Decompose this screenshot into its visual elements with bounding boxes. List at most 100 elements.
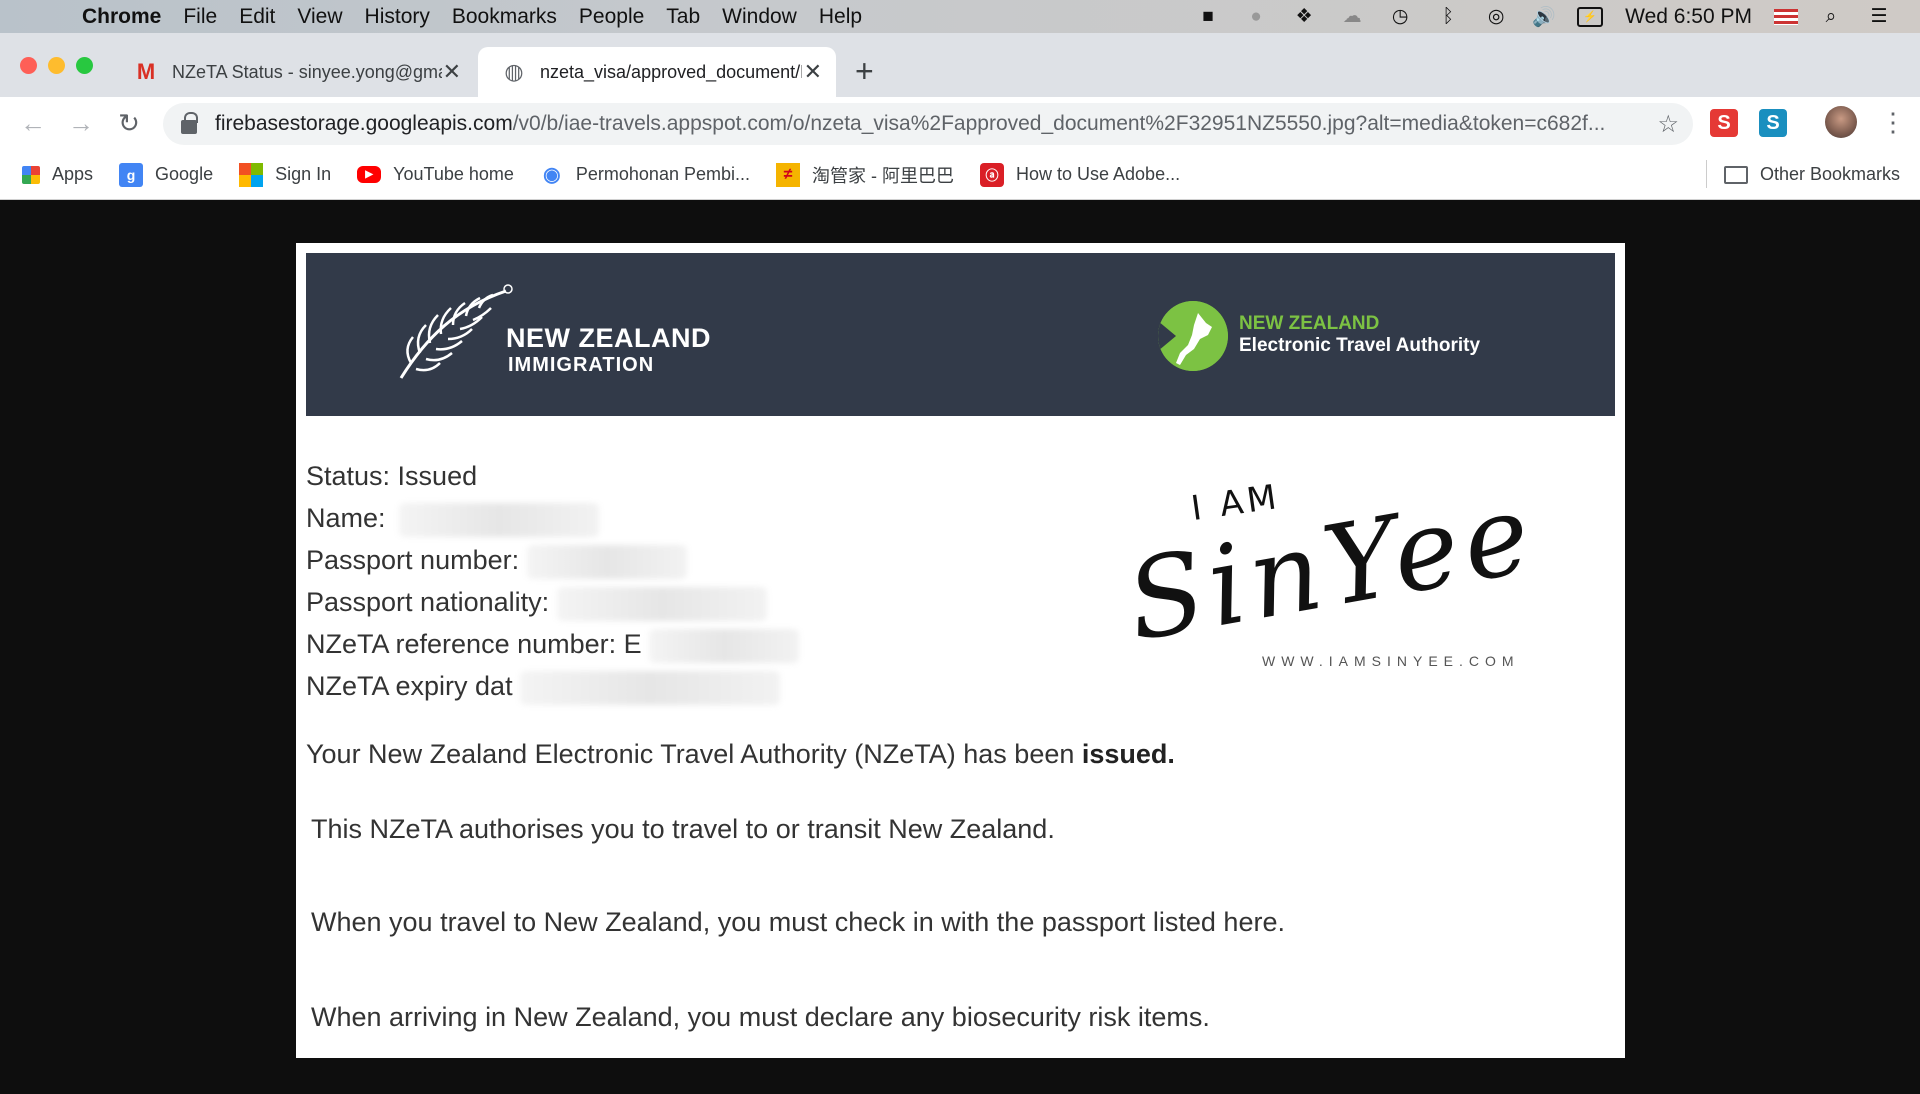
extension-s-red-icon[interactable]: S [1710, 109, 1738, 137]
new-tab-button[interactable]: + [855, 53, 874, 90]
redacted-name [399, 503, 600, 537]
address-bar[interactable]: firebasestorage.googleapis.com/v0/b/iae-… [163, 103, 1693, 145]
bookmark-sign-in[interactable]: Sign In [239, 162, 332, 187]
bookmarks-bar: Apps g Google Sign In ▶ YouTube home ◉ P… [0, 150, 1920, 200]
paragraph-check-in: When you travel to New Zealand, you must… [311, 907, 1285, 937]
url-text[interactable]: firebasestorage.googleapis.com/v0/b/iae-… [215, 112, 1605, 136]
browser-toolbar: ← → ↻ firebasestorage.googleapis.com/v0/… [0, 97, 1920, 150]
field-passport-nationality: Passport nationality: [306, 587, 767, 621]
notification-center-icon[interactable]: ☰ [1864, 6, 1894, 28]
spotlight-search-icon[interactable]: ⌕ [1816, 6, 1846, 28]
menu-people[interactable]: People [579, 5, 644, 29]
bookmark-label: How to Use Adobe... [1015, 164, 1181, 184]
lock-icon[interactable] [181, 111, 198, 134]
extension-s-blue-icon[interactable]: S [1759, 109, 1787, 137]
minimize-window-button[interactable] [48, 57, 65, 74]
bookmark-youtube[interactable]: ▶ YouTube home [357, 164, 514, 185]
other-bookmarks[interactable]: Other Bookmarks [1723, 164, 1900, 185]
bookmark-google[interactable]: g Google [119, 162, 214, 187]
more-menu-icon[interactable]: ⋮ [1880, 107, 1906, 138]
bookmark-taobao[interactable]: ≠ 淘管家 - 阿里巴巴 [775, 162, 954, 188]
microsoft-icon [239, 162, 264, 187]
silver-fern-icon [399, 284, 513, 379]
bookmark-label: YouTube home [393, 164, 514, 184]
menu-app-name[interactable]: Chrome [82, 5, 161, 29]
us-flag-icon[interactable] [1774, 8, 1798, 25]
redacted-reference [649, 629, 800, 663]
approved-document-image: NEW ZEALAND IMMIGRATION NEW ZEALAND Elec… [296, 243, 1625, 1058]
iamsinyee-watermark: I AM SinYee WWW.IAMSINYEE.COM [1116, 468, 1596, 683]
issued-message-text: Your New Zealand Electronic Travel Autho… [306, 739, 1082, 769]
close-tab-icon[interactable]: ✕ [804, 59, 822, 85]
field-name: Name: [306, 503, 600, 537]
field-reference-label: NZeTA reference number: E [306, 629, 642, 660]
tab-gmail[interactable]: M NZeTA Status - sinyee.yong@gmail.com ✕ [110, 47, 475, 97]
bookmark-apps[interactable]: Apps [22, 164, 93, 185]
dropbox-icon[interactable]: ❖ [1289, 6, 1319, 28]
youtube-icon: ▶ [357, 166, 382, 183]
watermark-script: SinYee [1118, 468, 1545, 666]
redacted-nationality [556, 587, 767, 621]
field-passport-number-label: Passport number: [306, 545, 520, 576]
url-domain: firebasestorage.googleapis.com [215, 112, 513, 135]
cloud-icon[interactable]: ☁ [1337, 6, 1367, 28]
time-machine-icon[interactable]: ◷ [1385, 6, 1415, 28]
zoom-window-button[interactable] [76, 57, 93, 74]
google-icon: g [119, 162, 144, 187]
nzi-line1: NEW ZEALAND [506, 323, 711, 353]
status-circle-icon[interactable]: ● [1241, 6, 1271, 28]
bookmark-adobe[interactable]: ⓐ How to Use Adobe... [979, 162, 1181, 187]
menu-clock[interactable]: Wed 6:50 PM [1625, 5, 1752, 29]
menu-history[interactable]: History [365, 5, 430, 29]
menu-view[interactable]: View [297, 5, 342, 29]
redacted-passport-number [526, 545, 687, 579]
circle-dot-icon: ◉ [543, 164, 561, 186]
other-bookmarks-label: Other Bookmarks [1759, 164, 1900, 184]
menu-edit[interactable]: Edit [239, 5, 275, 29]
field-passport-number: Passport number: [306, 545, 687, 579]
field-status: Status: Issued [306, 461, 478, 491]
nz-immigration-logo: NEW ZEALAND IMMIGRATION [506, 323, 711, 377]
taobao-icon: ≠ [775, 162, 800, 187]
menu-file[interactable]: File [183, 5, 217, 29]
paragraph-biosecurity: When arriving in New Zealand, you must d… [311, 1002, 1210, 1032]
issued-message: Your New Zealand Electronic Travel Autho… [306, 739, 1175, 770]
battery-icon[interactable]: ⚡ [1577, 6, 1604, 27]
zoom-icon[interactable]: ■ [1193, 6, 1223, 28]
url-path: /v0/b/iae-travels.appspot.com/o/nzeta_vi… [512, 112, 1606, 135]
bookmark-label: Sign In [275, 164, 332, 184]
eta-line1: NEW ZEALAND [1239, 313, 1380, 334]
close-window-button[interactable] [20, 57, 37, 74]
back-icon[interactable]: ← [14, 108, 52, 139]
forward-icon[interactable]: → [62, 108, 100, 139]
bookmark-permohonan[interactable]: ◉ Permohonan Pembi... [540, 163, 750, 187]
bookmark-label: 淘管家 - 阿里巴巴 [811, 165, 954, 186]
issued-message-bold: issued. [1081, 739, 1175, 769]
nzeta-logo-text: NEW ZEALAND Electronic Travel Authority [1239, 313, 1480, 357]
nzi-line2: IMMIGRATION [508, 354, 655, 376]
paragraph-authorises: This NZeTA authorises you to travel to o… [311, 814, 1055, 844]
wifi-icon[interactable]: ◎ [1481, 6, 1511, 28]
reload-icon[interactable]: ↻ [110, 108, 148, 139]
bookmark-separator [1706, 160, 1707, 188]
bluetooth-icon[interactable]: ᛒ [1433, 6, 1463, 28]
profile-avatar[interactable] [1825, 106, 1857, 138]
menu-help[interactable]: Help [819, 5, 862, 29]
bookmark-star-icon[interactable]: ☆ [1657, 110, 1679, 139]
document-banner: NEW ZEALAND IMMIGRATION NEW ZEALAND Elec… [306, 253, 1615, 416]
field-name-label: Name: [306, 503, 386, 534]
tab-active-document[interactable]: ◍ nzeta_visa/approved_document/F32951NZ5… [478, 47, 836, 97]
volume-icon[interactable]: 🔊 [1529, 6, 1559, 28]
bookmark-label: Apps [52, 164, 94, 184]
menu-tab[interactable]: Tab [666, 5, 700, 29]
folder-icon [1723, 165, 1748, 184]
field-expiry-label: NZeTA expiry dat [306, 671, 513, 702]
menu-window[interactable]: Window [722, 5, 797, 29]
watermark-site: WWW.IAMSINYEE.COM [1262, 653, 1520, 669]
redacted-expiry [520, 671, 781, 705]
bookmark-label: Google [155, 164, 214, 184]
close-tab-icon[interactable]: ✕ [443, 59, 461, 85]
nz-map-icon [1158, 301, 1228, 371]
gmail-icon: M [136, 59, 156, 84]
menu-bookmarks[interactable]: Bookmarks [452, 5, 557, 29]
